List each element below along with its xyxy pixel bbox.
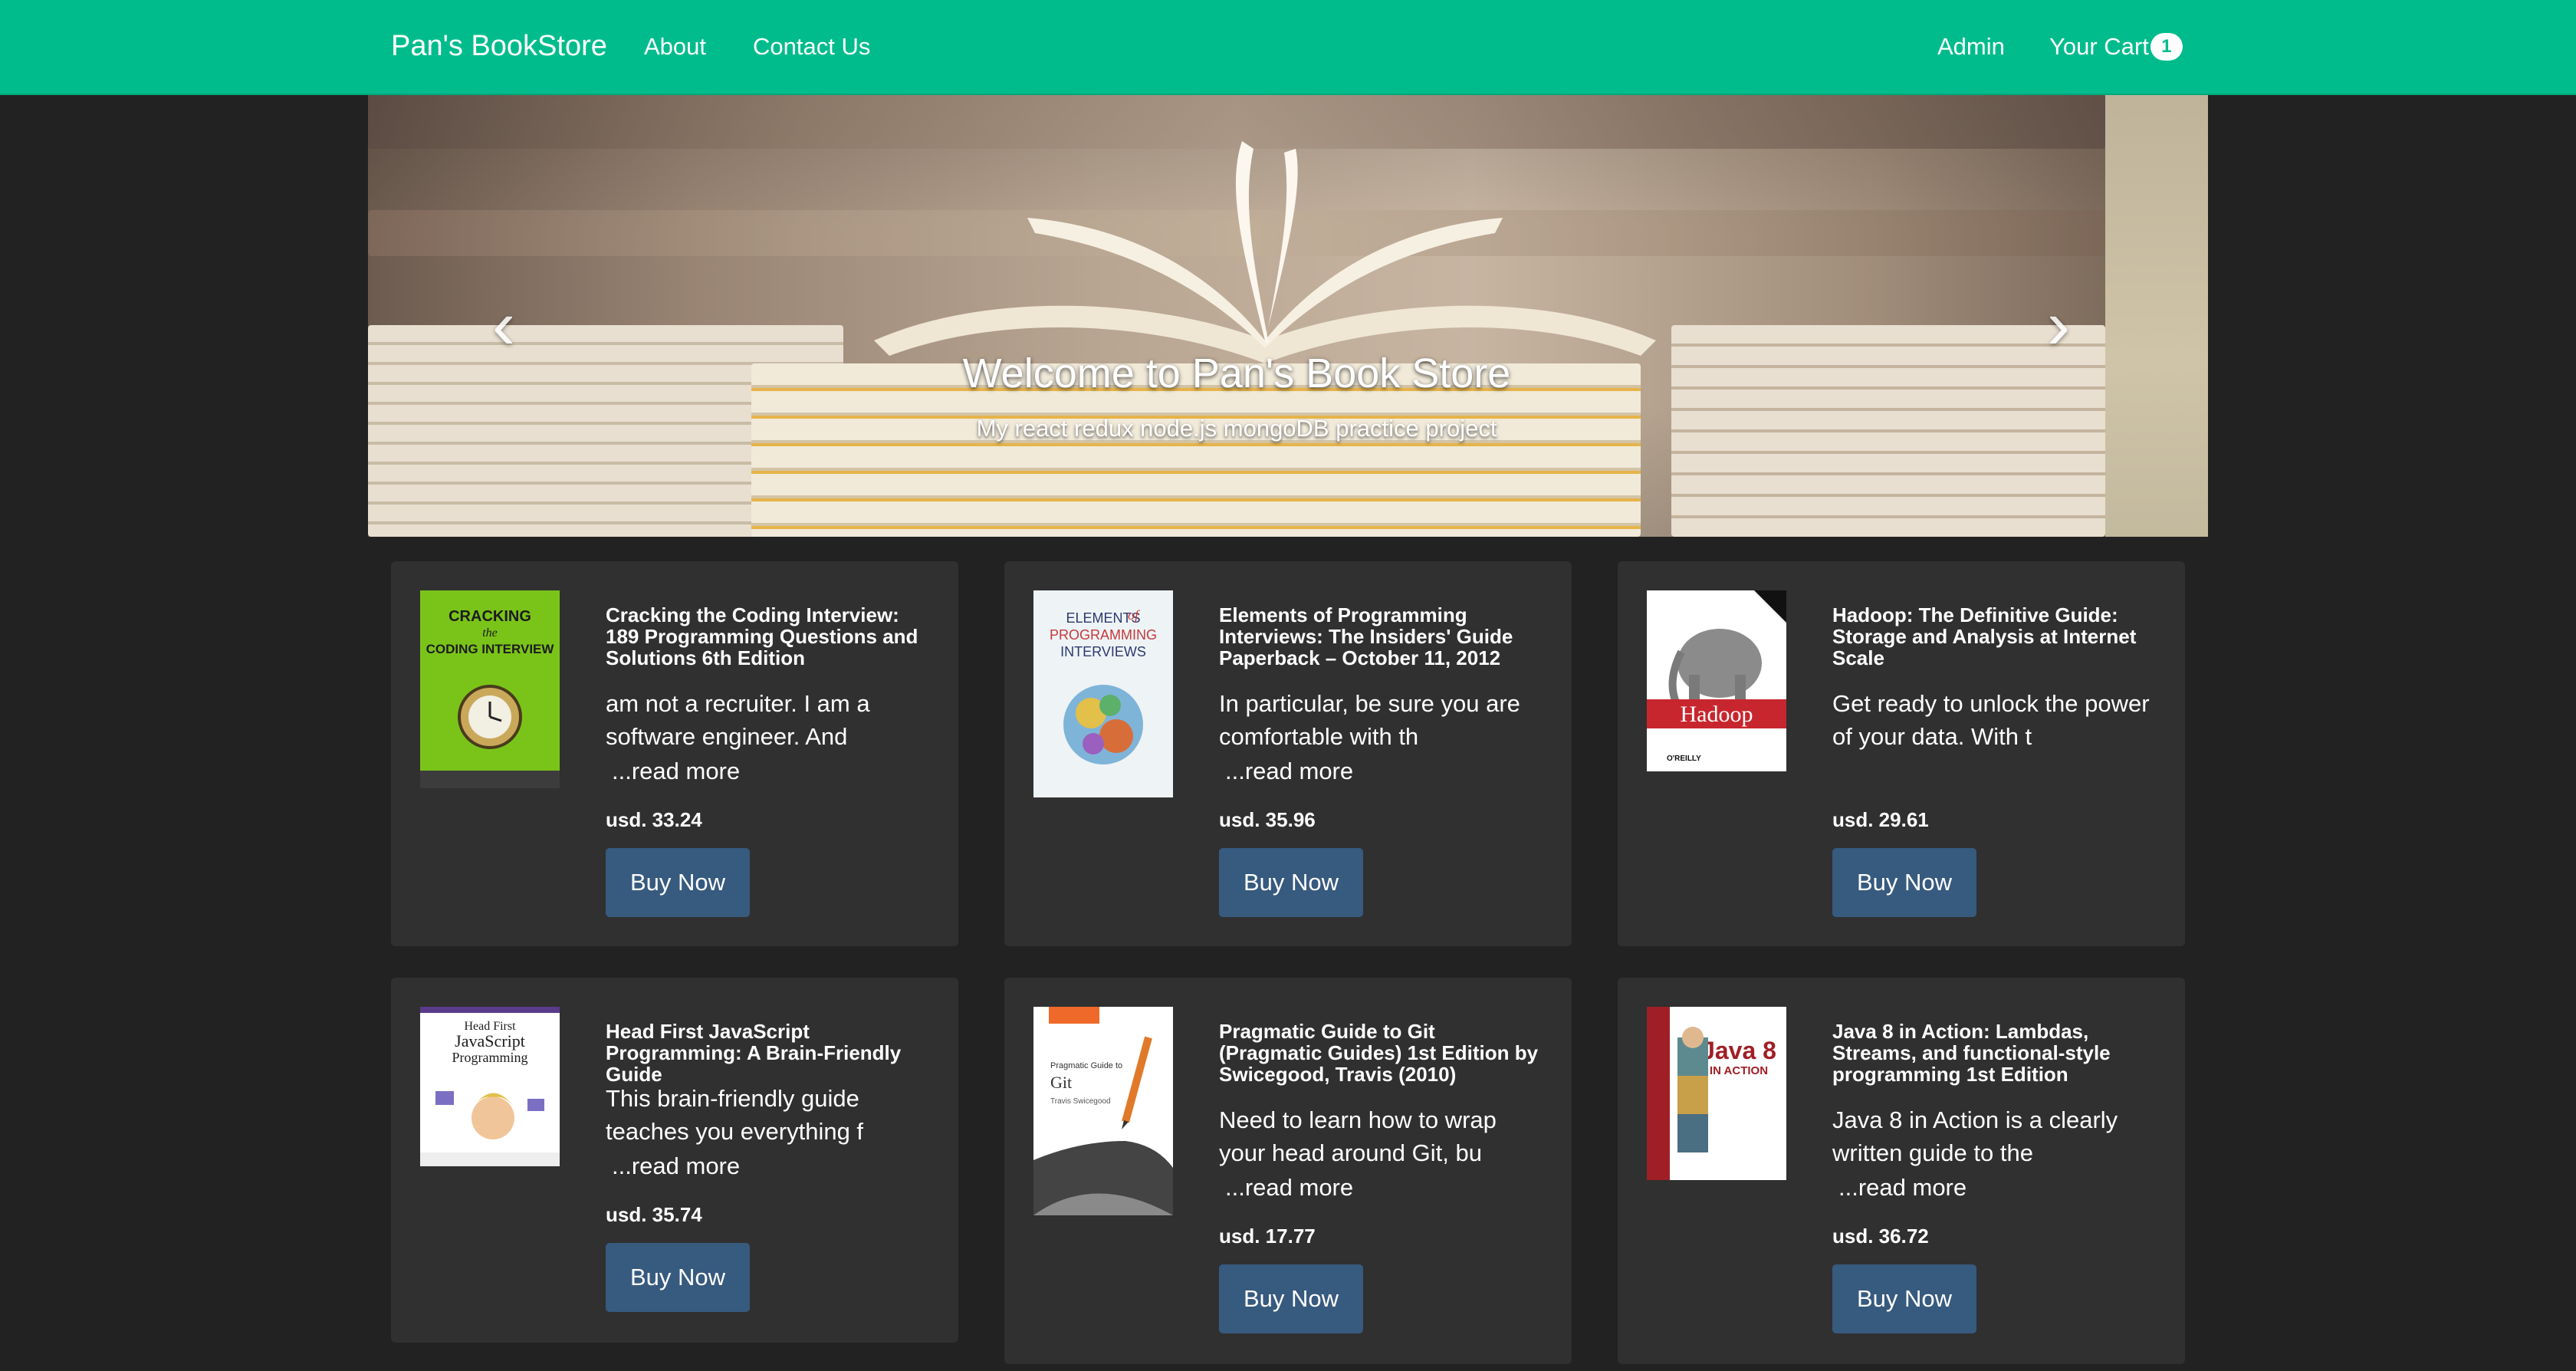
svg-text:IN ACTION: IN ACTION: [1710, 1064, 1768, 1077]
hero-carousel: ‹ › Welcome to Pan's Book Store My react…: [368, 95, 2208, 537]
book-description: Java 8 in Action is a clearly written gu…: [1832, 1106, 2118, 1166]
book-card: Java 8 IN ACTION Java 8 in Action: Lambd…: [1618, 978, 2185, 1364]
book-cover-image: ELEMENTS of PROGRAMMING INTERVIEWS: [1033, 590, 1173, 797]
buy-now-button[interactable]: Buy Now: [1832, 1264, 1976, 1333]
book-description: In particular, be sure you are comfortab…: [1219, 690, 1520, 750]
nav-cart[interactable]: Your Cart 1: [2049, 31, 2183, 63]
book-description: Get ready to unlock the power of your da…: [1832, 690, 2150, 750]
book-cover-image: Head First JavaScript Programming: [420, 1007, 560, 1166]
svg-text:Pragmatic Guide to: Pragmatic Guide to: [1050, 1061, 1122, 1070]
svg-text:Hadoop: Hadoop: [1681, 702, 1753, 727]
svg-text:CRACKING: CRACKING: [449, 608, 531, 625]
nav-about[interactable]: About: [644, 31, 706, 63]
buy-now-button[interactable]: Buy Now: [1219, 1264, 1363, 1333]
book-description: am not a recruiter. I am a software engi…: [606, 690, 870, 750]
buy-now-button[interactable]: Buy Now: [606, 848, 750, 917]
book-price: usd. 33.24: [606, 808, 702, 831]
book-price: usd. 17.77: [1219, 1225, 1316, 1248]
brand-link[interactable]: Pan's BookStore: [391, 28, 607, 64]
svg-text:Git: Git: [1050, 1073, 1072, 1092]
book-title: Head First JavaScript Programming: A Bra…: [606, 1020, 902, 1086]
read-more-link[interactable]: ...read more: [1225, 756, 1353, 787]
svg-text:Programming: Programming: [452, 1050, 528, 1065]
nav-admin[interactable]: Admin: [1937, 31, 2005, 63]
open-book-image: [874, 141, 1656, 363]
book-card: Head First JavaScript Programming Head F…: [391, 978, 958, 1343]
carousel-title: Welcome to Pan's Book Store: [962, 350, 1511, 396]
book-title: Hadoop: The Definitive Guide: Storage an…: [1832, 603, 2137, 669]
svg-text:JavaScript: JavaScript: [455, 1031, 525, 1050]
book-price: usd. 29.61: [1832, 808, 1929, 831]
book-cover-image: Java 8 IN ACTION: [1647, 1007, 1786, 1180]
book-title: Java 8 in Action: Lambdas, Streams, and …: [1832, 1020, 2111, 1086]
cart-label: Your Cart: [2049, 33, 2149, 60]
carousel-subtitle: My react redux node.js mongoDB practice …: [976, 415, 1497, 442]
read-more-link[interactable]: ...read more: [612, 756, 740, 787]
read-more-link[interactable]: ...read more: [612, 1151, 740, 1182]
svg-text:the: the: [482, 626, 498, 639]
read-more-link[interactable]: ...read more: [1838, 1172, 1967, 1203]
nav-contact-us[interactable]: Contact Us: [753, 31, 870, 63]
book-price: usd. 35.96: [1219, 808, 1316, 831]
book-description: Need to learn how to wrap your head arou…: [1219, 1106, 1497, 1166]
book-price: usd. 35.74: [606, 1203, 702, 1226]
book-cover-image: Pragmatic Guide to Git Travis Swicegood: [1033, 1007, 1173, 1215]
book-description: This brain-friendly guide teaches you ev…: [606, 1085, 864, 1145]
book-cover-image: Hadoop O'REILLY: [1647, 590, 1786, 771]
svg-text:O'REILLY: O'REILLY: [1667, 755, 1701, 763]
book-card: CRACKING the CODING INTERVIEW Cracking t…: [391, 561, 958, 946]
navbar: Pan's BookStore About Contact Us Admin Y…: [0, 0, 2576, 95]
svg-text:INTERVIEWS: INTERVIEWS: [1060, 644, 1146, 659]
cart-count-badge: 1: [2150, 32, 2183, 61]
book-title: Cracking the Coding Interview: 189 Progr…: [606, 603, 918, 669]
book-price: usd. 36.72: [1832, 1225, 1929, 1248]
svg-text:CODING INTERVIEW: CODING INTERVIEW: [426, 642, 555, 656]
book-title: Elements of Programming Interviews: The …: [1219, 603, 1513, 669]
svg-text:Java 8: Java 8: [1701, 1037, 1776, 1064]
buy-now-button[interactable]: Buy Now: [606, 1243, 750, 1312]
buy-now-button[interactable]: Buy Now: [1219, 848, 1363, 917]
book-title: Pragmatic Guide to Git (Pragmatic Guides…: [1219, 1020, 1539, 1086]
svg-text:Travis Swicegood: Travis Swicegood: [1050, 1097, 1111, 1106]
book-cover-image: CRACKING the CODING INTERVIEW: [420, 590, 560, 788]
read-more-link[interactable]: ...read more: [1225, 1172, 1353, 1203]
buy-now-button[interactable]: Buy Now: [1832, 848, 1976, 917]
book-card: Hadoop O'REILLY Hadoop: The Definitive G…: [1618, 561, 2185, 946]
book-card: ELEMENTS of PROGRAMMING INTERVIEWS Eleme…: [1004, 561, 1572, 946]
svg-text:PROGRAMMING: PROGRAMMING: [1050, 627, 1157, 643]
next-slide-edge: [2105, 95, 2208, 537]
book-card: Pragmatic Guide to Git Travis Swicegood …: [1004, 978, 1572, 1364]
